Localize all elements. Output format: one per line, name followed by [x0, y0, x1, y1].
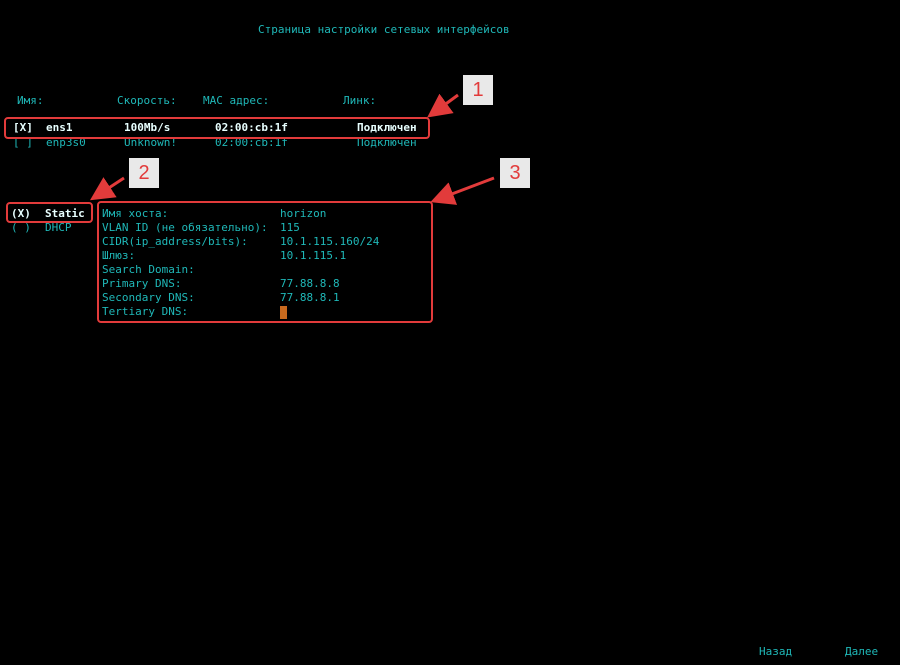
arrow-3-icon	[430, 176, 495, 205]
annotation-arrows	[89, 93, 495, 205]
arrow-1-icon	[427, 93, 459, 118]
arrow-2-icon	[89, 176, 125, 201]
